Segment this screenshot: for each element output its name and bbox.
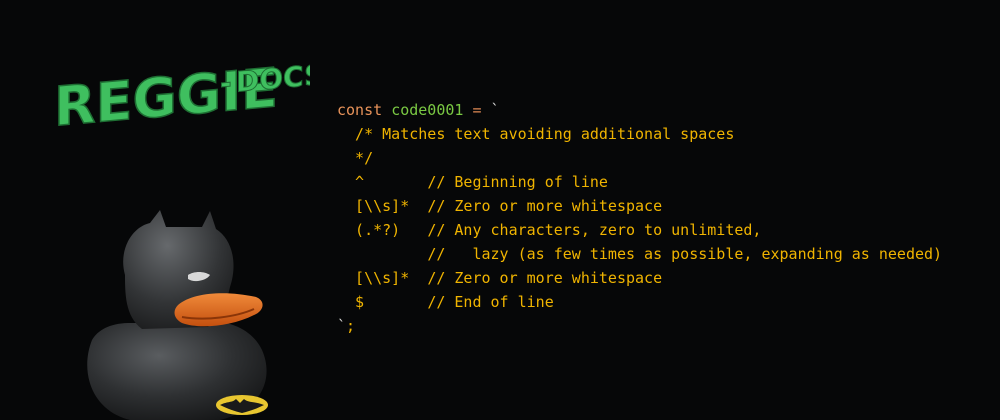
code-header-line: const code0001 = ` [337,98,942,122]
reggie-docs-logo: REGGIE - DOCS [53,55,310,130]
batman-rubber-duck-icon [87,210,268,420]
banner: REGGIE - DOCS const code0001 = ` /* Matc… [0,0,1000,420]
code-keyword: const [337,101,383,119]
code-open-tick: ` [490,101,500,119]
code-line: [\\s]* // Zero or more whitespace [337,197,663,215]
code-line: $ // End of line [337,293,554,311]
code-operator: = [472,101,482,119]
code-line: */ [337,149,374,167]
code-block: const code0001 = ` /* Matches text avoid… [337,98,942,338]
code-line: [\\s]* // Zero or more whitespace [337,269,663,287]
code-identifier: code0001 [391,101,464,119]
code-close-tick: ` [337,317,347,335]
logo-text-sub: DOCS [236,58,310,99]
logo-text-dash: - [220,66,232,100]
code-line: /* Matches text avoiding additional spac… [337,125,735,143]
code-line: // lazy (as few times as possible, expan… [427,245,943,263]
code-footer-line: `; [337,314,942,338]
code-line: (.*?) // Any characters, zero to unlimit… [337,221,762,239]
code-line: ^ // Beginning of line [337,173,608,191]
code-semicolon: ; [346,317,356,335]
